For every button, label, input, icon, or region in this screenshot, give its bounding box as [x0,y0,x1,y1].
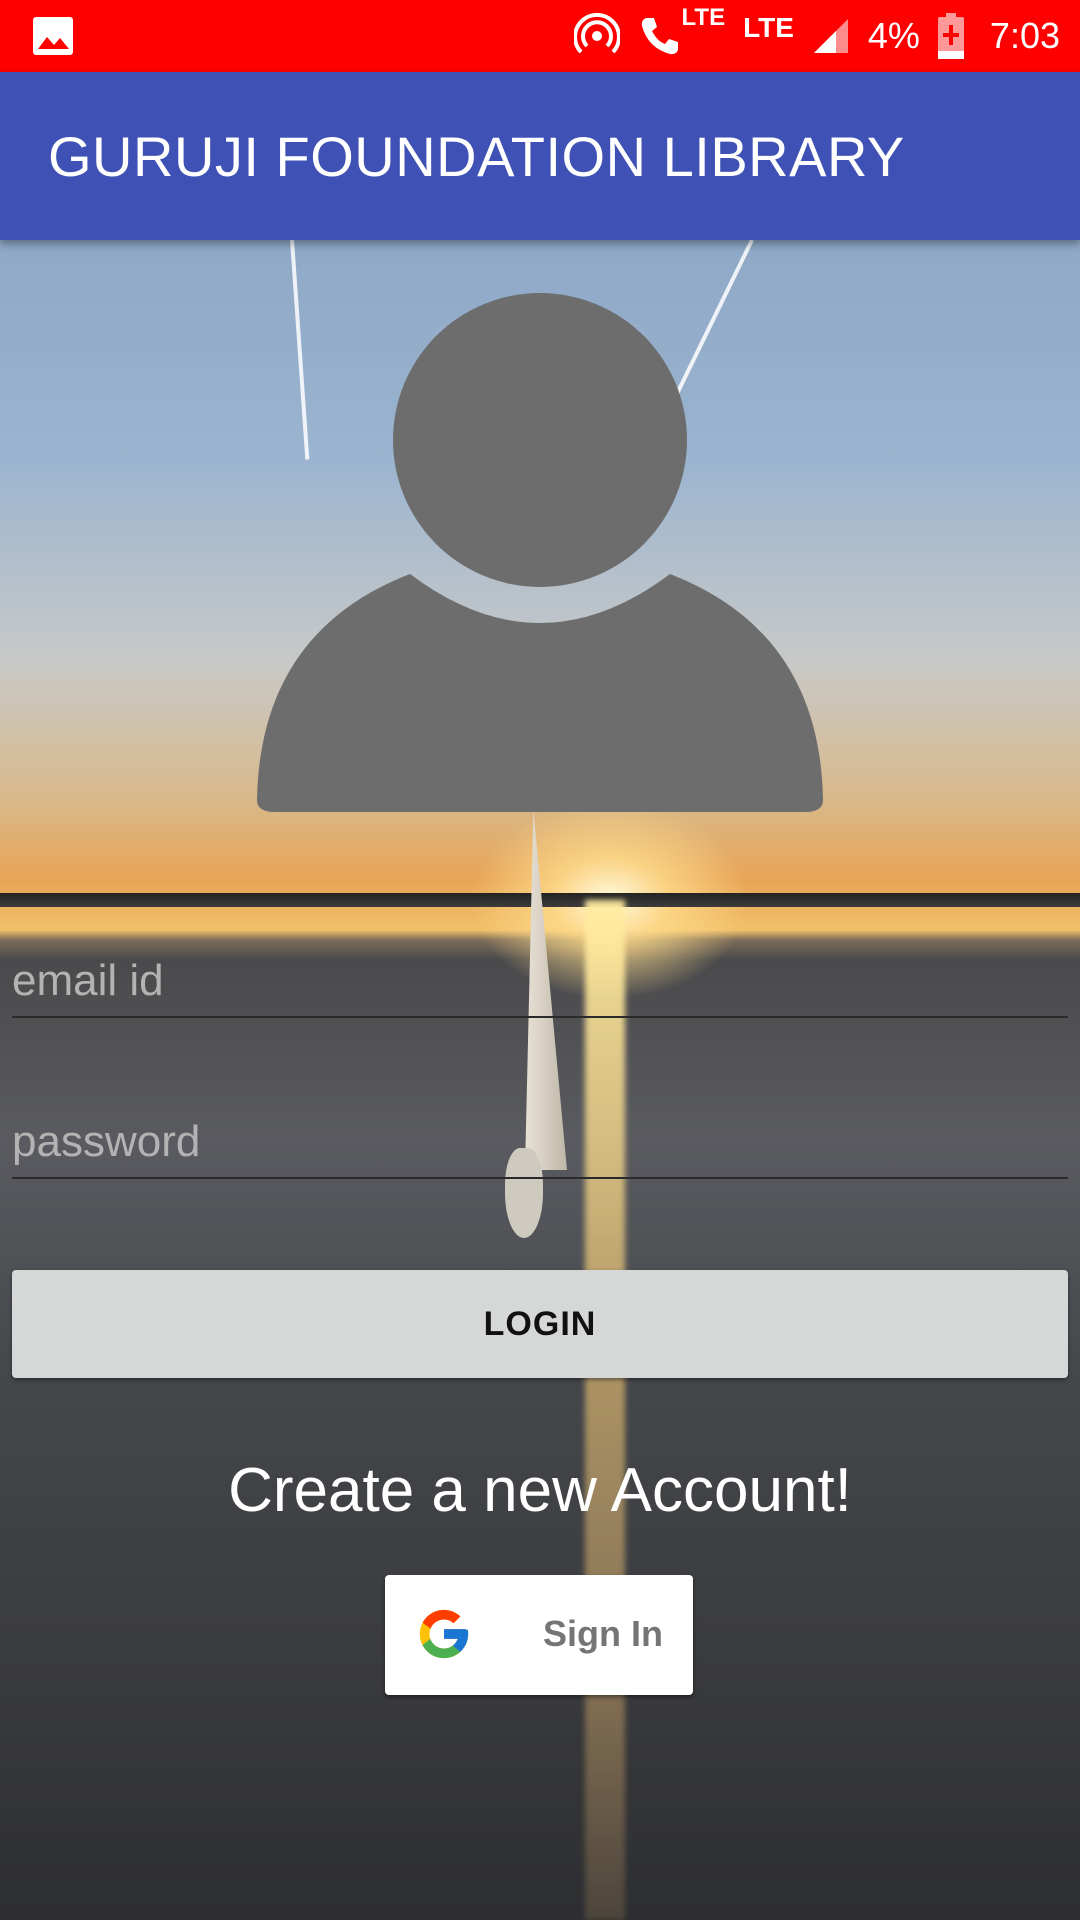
password-field[interactable] [12,1107,1068,1179]
sun-reflection [585,900,625,1920]
app-title: GURUJI FOUNDATION LIBRARY [48,125,905,188]
person-avatar-icon [257,293,823,812]
phone-call-icon [641,18,678,55]
email-input[interactable] [12,946,1068,1016]
battery-charging-icon [937,13,964,59]
network-type-label: LTE [681,4,726,31]
status-icons: LTE LTE 4% 7:03 [573,0,1060,72]
battery-percent: 4% [867,15,920,56]
create-account-link[interactable]: Create a new Account! [0,1455,1080,1526]
login-button[interactable]: LOGIN [12,1270,1068,1378]
google-sign-in-button[interactable]: Sign In [385,1575,693,1695]
status-bar: LTE LTE 4% 7:03 [0,0,1080,72]
email-field[interactable] [12,946,1068,1018]
password-input[interactable] [12,1107,1068,1177]
network-type-label-2: LTE [743,12,794,43]
google-logo-icon [419,1609,469,1659]
hotspot-icon [573,13,620,54]
clock: 7:03 [989,15,1060,56]
google-sign-in-label: Sign In [543,1613,663,1654]
app-bar: GURUJI FOUNDATION LIBRARY [0,72,1080,240]
image-notification-icon [33,17,73,55]
signal-icon [813,19,848,53]
